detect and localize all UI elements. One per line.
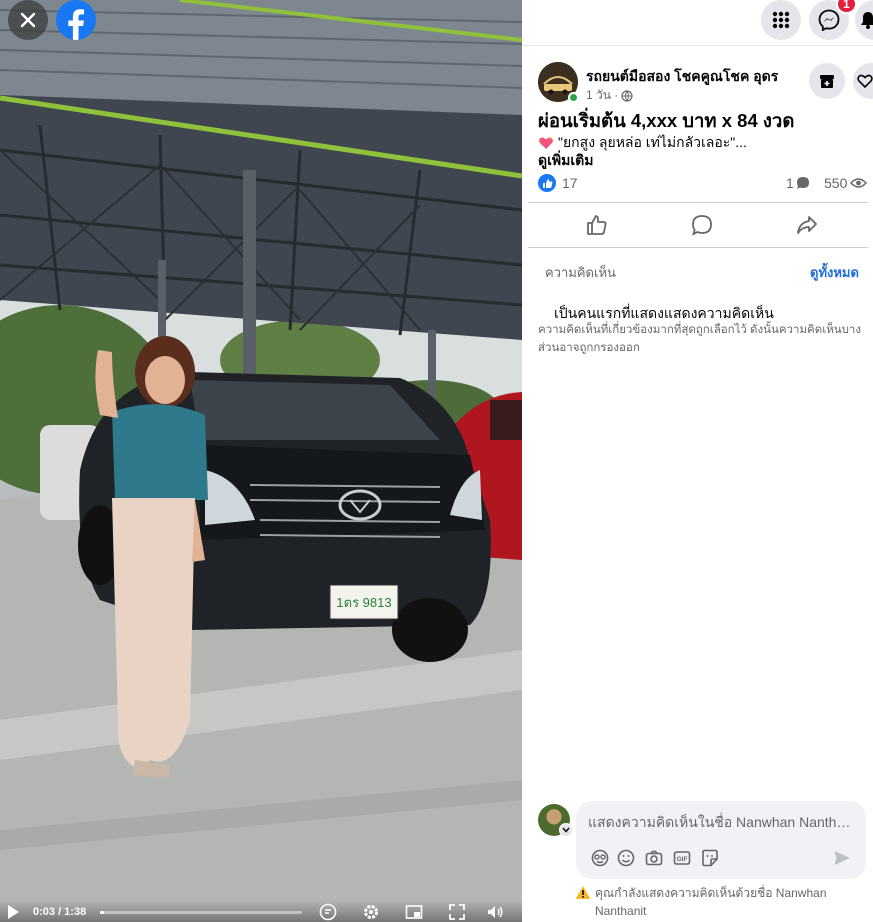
gif-icon[interactable]: GIF <box>672 848 692 868</box>
like-button-icon[interactable] <box>585 213 609 237</box>
picture-in-picture-icon[interactable] <box>405 903 423 921</box>
post-action-bar <box>528 202 868 248</box>
notifications-button[interactable] <box>855 0 873 40</box>
play-icon[interactable] <box>6 904 20 920</box>
no-comments-description: ความคิดเห็นที่เกี่ยวข้องมากที่สุดถูกเลือ… <box>538 324 861 354</box>
comment-count[interactable]: 1 <box>786 175 810 191</box>
avatar-sticker-icon[interactable] <box>590 848 610 868</box>
post-panel: 1 รถยนต์มือสอง โชคคูณโชค อุดร 1 วัน · ผ่… <box>522 0 873 922</box>
post-stats: 17 1 550 <box>538 173 869 193</box>
view-count: 550 <box>824 175 868 191</box>
svg-text:GIF: GIF <box>677 856 688 863</box>
see-more-link[interactable]: ดูเพิ่มเติม <box>538 150 593 172</box>
comment-identity-warning: คุณกำลังแสดงความคิดเห็นด้วยชื่อ Nanwhan … <box>575 884 865 920</box>
comment-input[interactable]: แสดงความคิดเห็นในชื่อ Nanwhan Nanthanit <box>588 812 854 834</box>
video-time: 0:03 / 1:38 <box>33 906 87 918</box>
avatar-switch-button[interactable] <box>559 823 573 837</box>
sticker-icon[interactable] <box>700 848 720 868</box>
close-icon <box>20 12 36 28</box>
see-all-comments-link[interactable]: ดูทั้งหมด <box>810 262 859 283</box>
chevron-down-icon <box>562 827 570 833</box>
close-button[interactable] <box>8 0 48 40</box>
globe-icon <box>621 89 633 102</box>
bell-icon <box>861 12 873 29</box>
more-options-button[interactable] <box>853 63 873 99</box>
video-progress-fill <box>100 911 105 914</box>
warning-icon <box>575 886 591 899</box>
warning-text: คุณกำลังแสดงความคิดเห็นด้วยชื่อ Nanwhan … <box>595 886 827 918</box>
settings-gear-icon[interactable] <box>362 903 380 921</box>
thumbs-up-icon <box>542 178 552 188</box>
top-bar: 1 <box>522 0 873 46</box>
send-icon[interactable] <box>832 848 852 868</box>
fullscreen-icon[interactable] <box>448 903 466 921</box>
video-progress-bar[interactable] <box>100 911 302 914</box>
facebook-logo[interactable] <box>56 0 96 40</box>
captions-icon[interactable] <box>319 903 337 921</box>
share-button-icon[interactable] <box>795 213 819 237</box>
page-name[interactable]: รถยนต์มือสอง โชคคูณโชค อุดร <box>586 66 778 88</box>
eye-icon <box>850 178 868 188</box>
post-time[interactable]: 1 วัน · <box>586 86 618 105</box>
comment-composer: แสดงความคิดเห็นในชื่อ Nanwhan Nanthanit … <box>576 801 866 879</box>
like-count[interactable]: 17 <box>562 175 578 191</box>
comment-bubble-icon <box>796 177 809 189</box>
grid-menu-icon <box>772 11 790 29</box>
comments-label: ความคิดเห็น <box>545 265 616 280</box>
like-reaction-badge[interactable] <box>538 174 556 192</box>
archive-icon <box>820 75 834 88</box>
messenger-icon <box>818 9 840 31</box>
license-plate: 1ตร 9813 <box>336 595 391 610</box>
video-player[interactable]: 1ตร 9813 0:03 / 1:38 <box>0 0 522 922</box>
video-controls: 0:03 / 1:38 <box>0 900 522 922</box>
facebook-f-icon <box>68 9 85 40</box>
comment-count-value: 1 <box>786 175 794 191</box>
video-frame: 1ตร 9813 <box>0 0 522 922</box>
camera-icon[interactable] <box>644 848 664 868</box>
emoji-icon[interactable] <box>616 848 636 868</box>
online-status-dot <box>568 92 579 103</box>
notification-badge: 1 <box>836 0 857 14</box>
volume-icon[interactable] <box>486 903 504 921</box>
view-count-value: 550 <box>824 175 848 191</box>
heart-icon <box>857 74 873 89</box>
save-post-button[interactable] <box>809 63 845 99</box>
sparkling-heart-icon <box>539 136 553 149</box>
comment-button-icon[interactable] <box>690 213 714 237</box>
post-meta: 1 วัน · <box>586 86 633 105</box>
menu-button[interactable] <box>761 0 801 40</box>
